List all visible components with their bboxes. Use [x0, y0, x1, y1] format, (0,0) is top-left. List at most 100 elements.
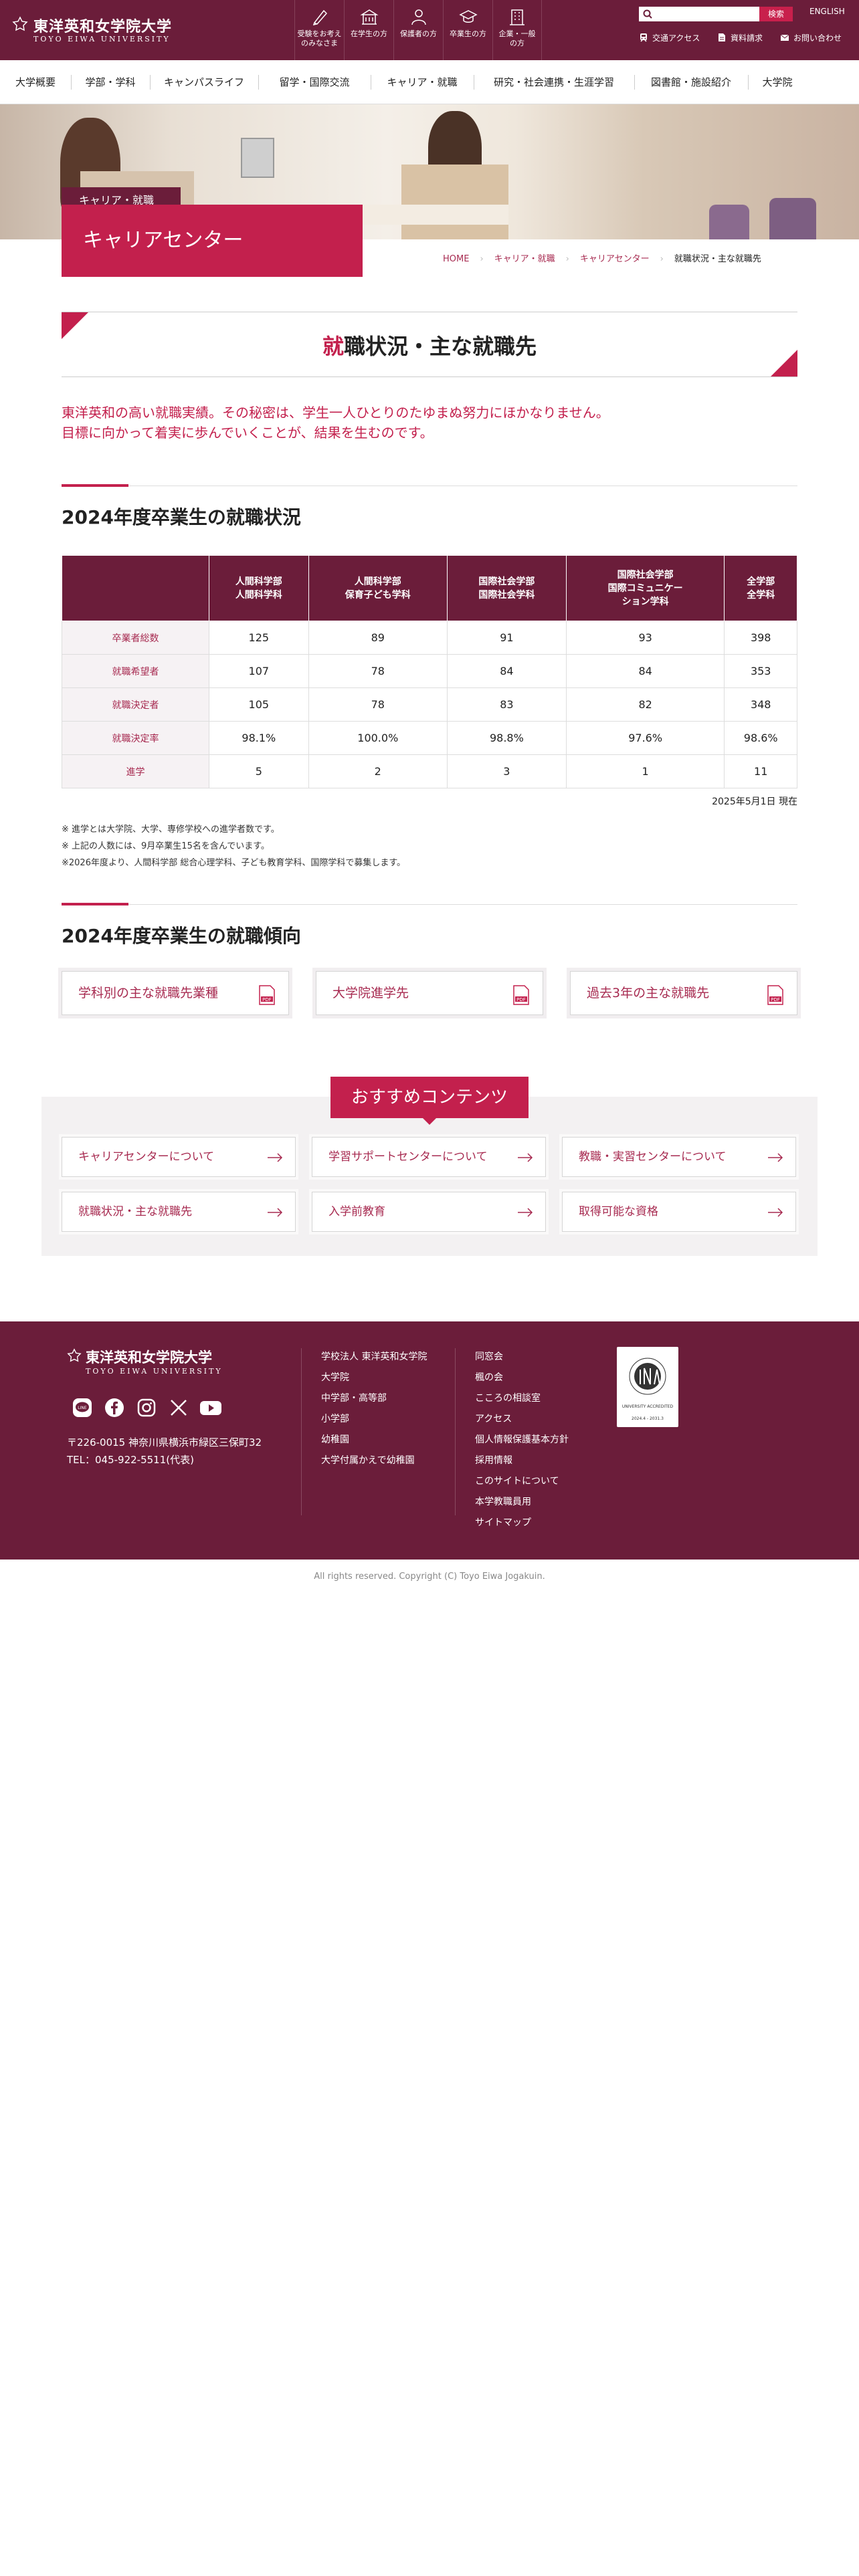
table-cell: 11	[724, 754, 797, 788]
nav-about[interactable]: 大学概要	[0, 60, 71, 104]
school-building-icon	[359, 9, 379, 25]
recommended-link-label: 取得可能な資格	[579, 1205, 658, 1218]
english-link[interactable]: ENGLISH	[809, 7, 845, 16]
table-cell: 100.0%	[308, 721, 448, 755]
footer-link[interactable]: 大学院	[321, 1368, 427, 1388]
accreditation-badge[interactable]: UNIVERSITY ACCREDITED 2024.4 - 2031.3	[617, 1347, 678, 1427]
nav-graduate-school[interactable]: 大学院	[748, 60, 807, 104]
nav-library[interactable]: 図書館・施設紹介	[634, 60, 748, 104]
recommended-link-career-center[interactable]: キャリアセンターについて	[62, 1137, 296, 1177]
arrow-right-icon	[518, 1208, 533, 1217]
nav-faculties[interactable]: 学部・学科	[71, 60, 150, 104]
site-footer: 東洋英和女学院大学 TOYO EIWA UNIVERSITY LINE 〒226…	[0, 1321, 859, 1560]
search-button[interactable]: 検索	[759, 7, 793, 21]
nav-campus-life[interactable]: キャンパスライフ	[150, 60, 258, 104]
contact-link[interactable]: お問い合わせ	[780, 32, 842, 43]
footer-link[interactable]: サイトマップ	[475, 1513, 569, 1533]
line-icon[interactable]: LINE	[72, 1398, 92, 1418]
access-label: 交通アクセス	[652, 33, 700, 43]
logo-text-jp: 東洋英和女学院大学	[33, 19, 173, 35]
table-cell: 1	[565, 754, 725, 788]
pdf-link-industries[interactable]: 学科別の主な就職先業種 PDF	[62, 971, 289, 1015]
page-title: 就職状況・主な就職先	[62, 330, 797, 360]
table-cell: 5	[209, 754, 309, 788]
tel-text: TEL：045-922-5511(代表)	[67, 1454, 194, 1466]
breadcrumb-career-center[interactable]: キャリアセンター	[580, 254, 650, 264]
target-alumni-label: 卒業生の方	[450, 29, 486, 38]
table-notes: ※ 進学とは大学院、大学、専修学校への進学者数です。 ※ 上記の人数には、9月卒…	[62, 821, 405, 871]
recommended-link-employment-status[interactable]: 就職状況・主な就職先	[62, 1192, 296, 1232]
youtube-icon[interactable]	[199, 1398, 222, 1418]
footer-link[interactable]: 大学付属かえで幼稚園	[321, 1451, 427, 1471]
footer-link[interactable]: 本学教職員用	[475, 1492, 569, 1513]
arrow-right-icon	[768, 1153, 783, 1162]
row-label: 就職希望者	[62, 654, 209, 688]
footer-divider	[301, 1348, 302, 1515]
breadcrumb-separator-icon: ›	[480, 254, 484, 264]
accreditation-logo-icon	[629, 1358, 666, 1395]
address-text: 〒226-0015 神奈川県横浜市緑区三保町32	[67, 1436, 262, 1448]
footer-logo-text-en: TOYO EIWA UNIVERSITY	[86, 1367, 223, 1376]
table-cell: 93	[565, 621, 725, 655]
x-icon[interactable]	[169, 1398, 189, 1418]
target-parents-label: 保護者の方	[400, 29, 437, 38]
global-nav: 大学概要 学部・学科 キャンパスライフ 留学・国際交流 キャリア・就職 研究・社…	[0, 60, 859, 104]
search-icon	[643, 9, 652, 19]
table-header: 全学部 全学科	[724, 555, 797, 621]
row-label: 就職決定率	[62, 721, 209, 755]
section-banner-title: キャリアセンター	[62, 205, 363, 277]
footer-link[interactable]: 同窓会	[475, 1347, 569, 1368]
note-line: ※2026年度より、人間科学部 総合心理学科、子ども教育学科、国際学科で募集しま…	[62, 858, 406, 868]
nav-international[interactable]: 留学・国際交流	[258, 60, 371, 104]
recommended-link-qualifications[interactable]: 取得可能な資格	[562, 1192, 796, 1232]
recommended-heading: おすすめコンテンツ	[330, 1077, 529, 1118]
note-line: ※ 進学とは大学院、大学、専修学校への進学者数です。	[62, 825, 280, 835]
hero-laptop	[241, 138, 274, 178]
footer-link[interactable]: 中学部・高等部	[321, 1388, 427, 1409]
table-cell: 98.6%	[724, 721, 797, 755]
pdf-link-past-three-years[interactable]: 過去3年の主な就職先 PDF	[570, 971, 797, 1015]
brochure-link[interactable]: 資料請求	[717, 32, 763, 43]
footer-link[interactable]: このサイトについて	[475, 1471, 569, 1492]
footer-link[interactable]: アクセス	[475, 1409, 569, 1430]
as-of-date: 2025年5月1日 現在	[712, 796, 797, 807]
target-alumni[interactable]: 卒業生の方	[443, 0, 492, 60]
breadcrumb-career[interactable]: キャリア・就職	[494, 254, 555, 264]
footer-link[interactable]: 楓の会	[475, 1368, 569, 1388]
office-building-icon	[510, 9, 524, 25]
lead-line: 目標に向かって着実に歩んでいくことが、結果を生むのです。	[62, 425, 434, 441]
footer-link[interactable]: 学校法人 東洋英和女学院	[321, 1347, 427, 1368]
badge-year: 2024.4 - 2031.3	[632, 1416, 664, 1421]
hero-chair	[709, 205, 749, 239]
corner-decoration	[771, 350, 797, 377]
brochure-label: 資料請求	[731, 33, 763, 43]
arrow-right-icon	[518, 1153, 533, 1162]
facebook-icon[interactable]	[104, 1398, 124, 1418]
arrow-right-icon	[768, 1208, 783, 1217]
table-row: 就職決定者 105 78 83 82 348	[62, 687, 797, 722]
recommended-link-pre-enrollment[interactable]: 入学前教育	[312, 1192, 546, 1232]
target-parents[interactable]: 保護者の方	[393, 0, 443, 60]
pdf-link-graduate-schools[interactable]: 大学院進学先 PDF	[316, 971, 543, 1015]
page-title-rest: 職状況・主な就職先	[344, 334, 537, 359]
nav-research[interactable]: 研究・社会連携・生涯学習	[474, 60, 634, 104]
recommended-link-label: 学習サポートセンターについて	[328, 1150, 488, 1164]
footer-link[interactable]: 採用情報	[475, 1451, 569, 1471]
target-students[interactable]: 在学生の方	[344, 0, 393, 60]
target-examinees[interactable]: 受験をお考え のみなさま	[294, 0, 344, 60]
table-cell: 398	[724, 621, 797, 655]
arrow-right-icon	[268, 1208, 283, 1217]
footer-link[interactable]: こころの相談室	[475, 1388, 569, 1409]
breadcrumb-home[interactable]: HOME	[443, 254, 469, 264]
footer-link[interactable]: 個人情報保護基本方針	[475, 1430, 569, 1451]
instagram-icon[interactable]	[136, 1398, 157, 1418]
recommended-link-learning-support[interactable]: 学習サポートセンターについて	[312, 1137, 546, 1177]
search-input[interactable]	[639, 7, 759, 21]
nav-career[interactable]: キャリア・就職	[371, 60, 474, 104]
footer-link[interactable]: 幼稚園	[321, 1430, 427, 1451]
target-companies[interactable]: 企業・一般 の方	[492, 0, 542, 60]
recommended-link-teaching-practice[interactable]: 教職・実習センターについて	[562, 1137, 796, 1177]
footer-link[interactable]: 小学部	[321, 1409, 427, 1430]
table-row: 進学 5 2 3 1 11	[62, 754, 797, 788]
access-link[interactable]: 交通アクセス	[639, 32, 700, 43]
